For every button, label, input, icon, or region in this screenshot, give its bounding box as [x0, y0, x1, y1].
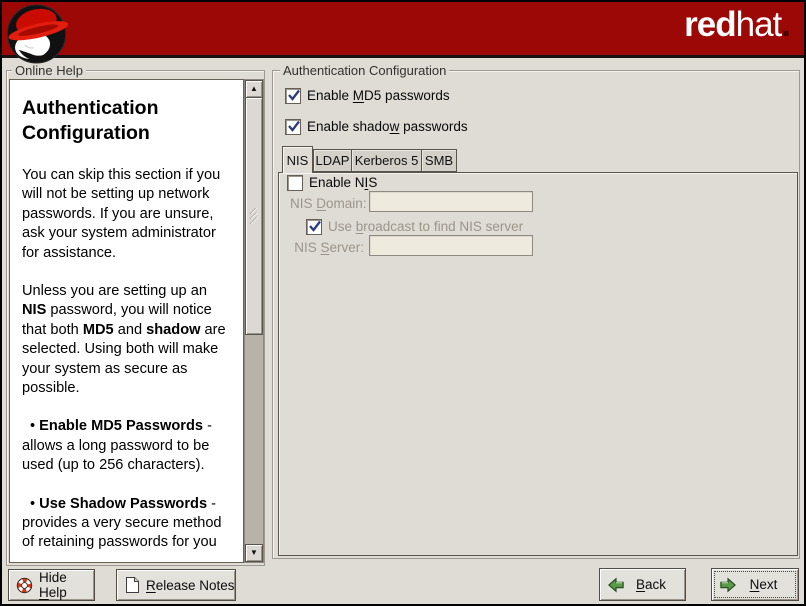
checkmark-icon [286, 118, 302, 134]
installer-window: redhat. Online Help Authentication Confi… [2, 2, 804, 604]
scroll-down-button[interactable]: ▼ [245, 544, 263, 562]
back-label: Back [631, 577, 685, 592]
broadcast-checkbox [306, 219, 322, 235]
help-title: Authentication Configuration [22, 96, 233, 146]
lifesaver-icon [16, 577, 33, 594]
checkmark-icon [307, 218, 323, 234]
brand-regular: hat [736, 5, 782, 44]
back-button[interactable]: Back [599, 568, 686, 601]
next-button[interactable]: Next [711, 568, 799, 601]
enable-nis-label: Enable NIS [309, 175, 377, 190]
redhat-shadowman-logo-icon [5, 2, 68, 66]
tab-ldap[interactable]: LDAP [313, 149, 352, 172]
next-arrow-icon [719, 577, 737, 593]
brand-bold: red [684, 5, 735, 44]
help-paragraph: You can skip this section if you will no… [22, 166, 233, 263]
help-bullet-shadow: • Use Shadow Passwords - provides a very… [22, 495, 233, 553]
help-text-panel: Authentication Configuration You can ski… [9, 79, 244, 563]
release-notes-label: Release Notes [146, 578, 235, 593]
nis-domain-label: NIS Domain: [290, 196, 364, 211]
back-arrow-icon [607, 577, 625, 593]
enable-shadow-checkbox[interactable] [285, 119, 301, 135]
checkmark-icon [286, 87, 302, 103]
tab-kerberos[interactable]: Kerberos 5 [351, 149, 422, 172]
redhat-wordmark: redhat. [684, 7, 790, 42]
hide-help-label: Hide Help [39, 570, 94, 600]
scroll-thumb[interactable] [245, 97, 263, 335]
tab-nis[interactable]: NIS [282, 146, 313, 173]
nis-server-label: NIS Server: [290, 240, 364, 255]
enable-md5-checkbox[interactable] [285, 88, 301, 104]
scroll-grip-icon [248, 208, 260, 224]
enable-md5-label: Enable MD5 passwords [307, 88, 450, 103]
tab-smb[interactable]: SMB [421, 149, 457, 172]
next-label: Next [743, 577, 798, 592]
header-banner: redhat. [2, 2, 804, 58]
help-paragraph: Unless you are setting up an NIS passwor… [22, 282, 233, 398]
broadcast-label: Use broadcast to find NIS server [328, 219, 523, 234]
scroll-up-button[interactable]: ▲ [245, 80, 263, 98]
hide-help-button[interactable]: Hide Help [8, 569, 95, 601]
nis-domain-input [369, 191, 533, 212]
help-text-content: Authentication Configuration You can ski… [22, 88, 233, 563]
enable-nis-checkbox[interactable] [287, 175, 303, 191]
document-icon [124, 576, 140, 594]
nis-server-input [369, 235, 533, 256]
auth-frame-label: Authentication Configuration [280, 63, 449, 78]
help-bullet-md5: • Enable MD5 Passwords - allows a long p… [22, 417, 233, 475]
enable-shadow-label: Enable shadow passwords [307, 119, 468, 134]
brand-dot: . [781, 5, 790, 44]
release-notes-button[interactable]: Release Notes [116, 569, 236, 601]
help-scrollbar[interactable]: ▲ ▼ [244, 79, 264, 563]
